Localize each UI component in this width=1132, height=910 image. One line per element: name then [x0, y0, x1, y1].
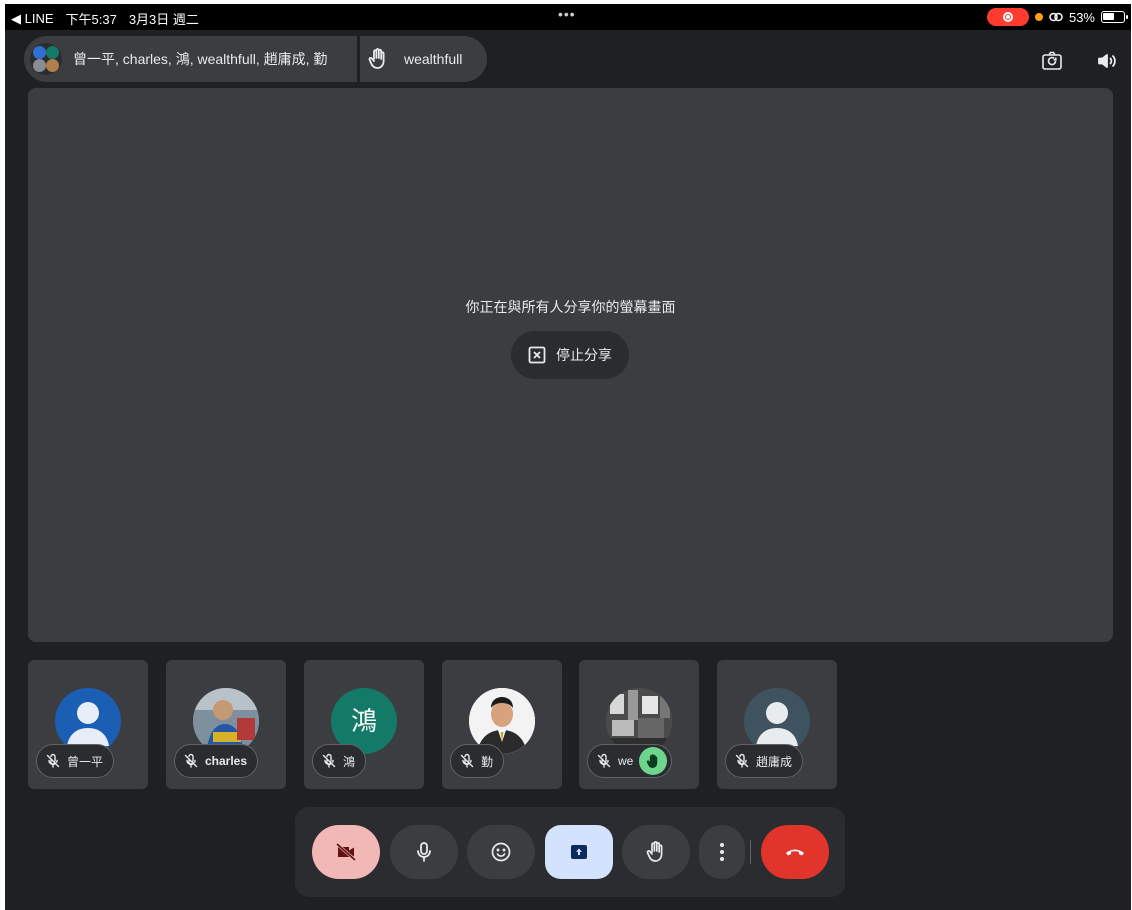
close-box-icon [528, 346, 546, 364]
end-call-button[interactable] [761, 825, 829, 879]
participant-name-pill: 勤 [450, 744, 505, 778]
camera-off-icon [336, 842, 356, 862]
participant-name: we [618, 754, 634, 768]
mic-off-icon [597, 753, 611, 768]
mic-off-icon [184, 753, 198, 768]
status-bar: ◀ LINE 下午5:37 3月3日 週二 ••• 53% [5, 4, 1131, 30]
participant-tile[interactable]: 勤 [442, 660, 562, 789]
participant-name-pill: 趙庸成 [725, 744, 804, 778]
participant-name: 曾一平 [67, 754, 104, 769]
meet-screen: ◀ LINE 下午5:37 3月3日 週二 ••• 53% 曾一平, charl… [5, 4, 1131, 910]
participant-name: charles [205, 754, 248, 768]
mic-off-icon [46, 753, 60, 768]
call-controls-bar [295, 807, 845, 897]
link-icon [1049, 12, 1063, 22]
mic-button[interactable] [390, 825, 458, 879]
participants-list: 曾一平, charles, 鴻, wealthfull, 趙庸成, 勤 [73, 51, 328, 67]
controls-divider [750, 840, 751, 864]
mic-in-use-indicator [1034, 13, 1043, 21]
switch-camera-icon[interactable] [1041, 50, 1063, 72]
participant-tile[interactable]: 趙庸成 [717, 660, 837, 789]
raised-hand-badge [639, 747, 668, 775]
raised-hand-chip[interactable]: wealthfull [360, 36, 487, 82]
raised-hand-name: wealthfull [404, 51, 463, 67]
sharing-message: 你正在與所有人分享你的螢幕畫面 [465, 299, 676, 315]
participant-name: 趙庸成 [756, 754, 793, 769]
hand-raise-icon [368, 48, 385, 69]
participants-chip[interactable]: 曾一平, charles, 鴻, wealthfull, 趙庸成, 勤 [24, 36, 357, 82]
camera-toggle-button[interactable] [312, 825, 380, 879]
participant-tile[interactable]: we [579, 660, 699, 789]
participant-tile[interactable]: 曾一平 [28, 660, 148, 789]
present-screen-button[interactable] [545, 825, 613, 879]
participant-name-pill: charles [174, 744, 259, 778]
multitasking-dots[interactable]: ••• [558, 6, 576, 22]
screen-recording-icon[interactable] [986, 8, 1029, 26]
participant-name-pill: 鴻 [312, 744, 367, 778]
participant-name: 鴻 [343, 754, 356, 769]
back-to-app-link[interactable]: ◀ LINE [11, 11, 54, 27]
participant-tile[interactable]: 鴻 鴻 [304, 660, 424, 789]
more-vert-icon [720, 843, 724, 861]
stop-sharing-label: 停止分享 [556, 347, 612, 363]
participants-avatar-cluster-icon [30, 43, 62, 75]
battery-percent: 53% [1068, 9, 1095, 25]
status-time: 下午5:37 [65, 12, 117, 27]
presentation-stage: 你正在與所有人分享你的螢幕畫面 停止分享 [28, 88, 1113, 642]
hand-raise-icon [646, 841, 663, 862]
participant-tile[interactable]: charles [166, 660, 286, 789]
participant-name-pill: 曾一平 [36, 744, 115, 778]
emoji-icon [491, 842, 511, 862]
stop-sharing-button[interactable]: 停止分享 [511, 331, 629, 379]
hang-up-icon [786, 849, 804, 856]
mic-off-icon [735, 753, 749, 768]
present-screen-icon [571, 845, 587, 859]
reactions-button[interactable] [467, 825, 535, 879]
speaker-icon[interactable] [1096, 50, 1118, 72]
more-options-button[interactable] [699, 825, 745, 879]
participant-name: 勤 [481, 754, 494, 769]
mic-off-icon [460, 753, 474, 768]
microphone-icon [417, 842, 431, 862]
battery-icon [1101, 11, 1128, 23]
mic-off-icon [322, 753, 336, 768]
participant-name-pill: we [587, 744, 673, 778]
avatar-letter: 鴻 [350, 705, 377, 736]
hand-raise-icon [647, 753, 658, 768]
raise-hand-button[interactable] [622, 825, 690, 879]
status-date: 3月3日 週二 [128, 12, 199, 27]
